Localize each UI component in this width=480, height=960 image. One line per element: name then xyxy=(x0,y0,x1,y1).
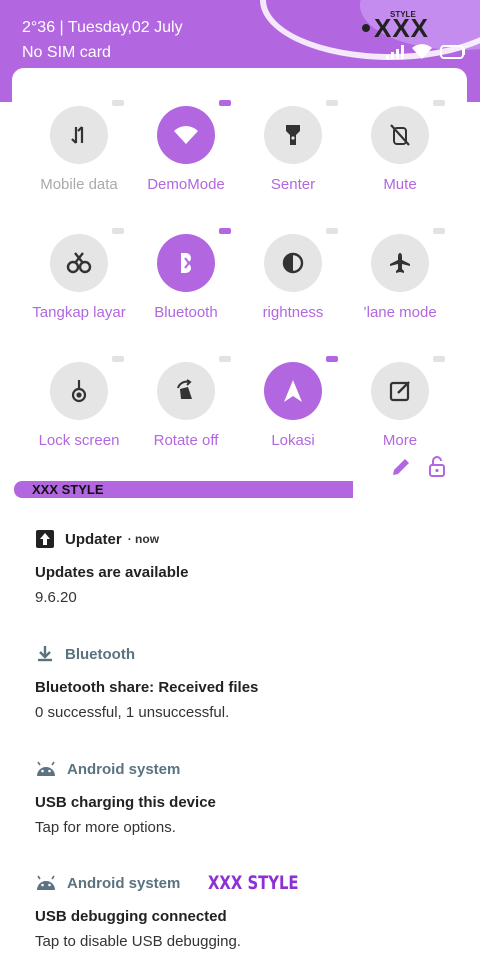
quick-settings-panel: Mobile data DemoMode Senter Mute Tangkap… xyxy=(12,68,467,480)
updater-icon xyxy=(36,530,54,548)
notification-header: Android system xyxy=(35,758,455,780)
tile-indicator xyxy=(112,100,124,106)
wifi-icon[interactable] xyxy=(157,106,215,164)
brightness-icon[interactable] xyxy=(264,234,322,292)
tile-indicator xyxy=(219,356,231,362)
notification-title: USB debugging connected xyxy=(35,908,227,925)
notification-title: USB charging this device xyxy=(35,794,216,811)
tile-label: Mute xyxy=(383,176,417,193)
screenshot-icon[interactable] xyxy=(50,234,108,292)
notification-text: 0 successful, 1 unsuccessful. xyxy=(35,704,230,721)
brand-logo: STYLE XXX xyxy=(362,10,452,43)
tile-indicator xyxy=(112,228,124,234)
more-edit-icon[interactable] xyxy=(371,362,429,420)
notification-text: Tap to disable USB debugging. xyxy=(35,933,241,950)
lock-icon[interactable] xyxy=(428,456,446,478)
notification-updater[interactable]: Updater · now Updates are available 9.6.… xyxy=(35,528,455,606)
tile-indicator xyxy=(326,356,338,362)
notification-time: · now xyxy=(127,532,160,546)
brand-banner-text: XXX STYLE xyxy=(32,482,104,497)
brand-banner: XXX STYLE xyxy=(14,481,353,498)
panel-actions xyxy=(390,456,446,478)
brand-big-text: XXX xyxy=(374,13,430,43)
tile-indicator xyxy=(112,356,124,362)
notification-usb-charging[interactable]: Android system USB charging this device … xyxy=(35,758,455,837)
tile-indicator xyxy=(326,100,338,106)
sim-status: No SIM card xyxy=(22,44,111,61)
android-icon xyxy=(37,875,55,890)
edit-pencil-icon[interactable] xyxy=(390,456,412,478)
tile-indicator xyxy=(433,356,445,362)
rotate-icon[interactable] xyxy=(157,362,215,420)
notification-header: Updater · now xyxy=(35,528,455,550)
notification-header: Bluetooth xyxy=(35,643,455,665)
watermark-text: XXX STYLE xyxy=(208,872,299,894)
android-icon xyxy=(37,761,55,776)
tile-indicator xyxy=(219,100,231,106)
flashlight-icon[interactable] xyxy=(264,106,322,164)
location-icon[interactable] xyxy=(264,362,322,420)
notification-text: Tap for more options. xyxy=(35,819,176,836)
notification-app-name: Android system xyxy=(67,760,181,778)
mute-icon[interactable] xyxy=(371,106,429,164)
tile-indicator xyxy=(433,228,445,234)
airplane-icon[interactable] xyxy=(371,234,429,292)
mobile-data-icon[interactable] xyxy=(50,106,108,164)
tile-label: ’lane mode xyxy=(363,304,437,321)
notification-title: Updates are available xyxy=(35,564,189,581)
wifi-status-icon xyxy=(412,44,432,59)
notification-time-value: now xyxy=(135,532,160,546)
date-time: 2°36 | Tuesday,02 July xyxy=(22,19,183,36)
notification-app-name: Updater xyxy=(65,530,122,548)
brand-dot xyxy=(362,24,370,32)
lock-screen-icon[interactable] xyxy=(50,362,108,420)
tile-indicator xyxy=(326,228,338,234)
notification-app-name: Bluetooth xyxy=(65,645,135,663)
notification-bluetooth[interactable]: Bluetooth Bluetooth share: Received file… xyxy=(35,643,455,722)
tile-label: More xyxy=(382,432,418,449)
notification-text: 9.6.20 xyxy=(35,589,77,606)
status-icons xyxy=(386,42,466,62)
tile-indicator xyxy=(219,228,231,234)
tile-indicator xyxy=(433,100,445,106)
bluetooth-icon[interactable] xyxy=(157,234,215,292)
download-icon xyxy=(38,646,52,662)
notification-app-name: Android system xyxy=(67,874,181,892)
notification-title: Bluetooth share: Received files xyxy=(35,679,259,696)
battery-icon xyxy=(440,45,465,59)
signal-icon xyxy=(386,45,404,59)
